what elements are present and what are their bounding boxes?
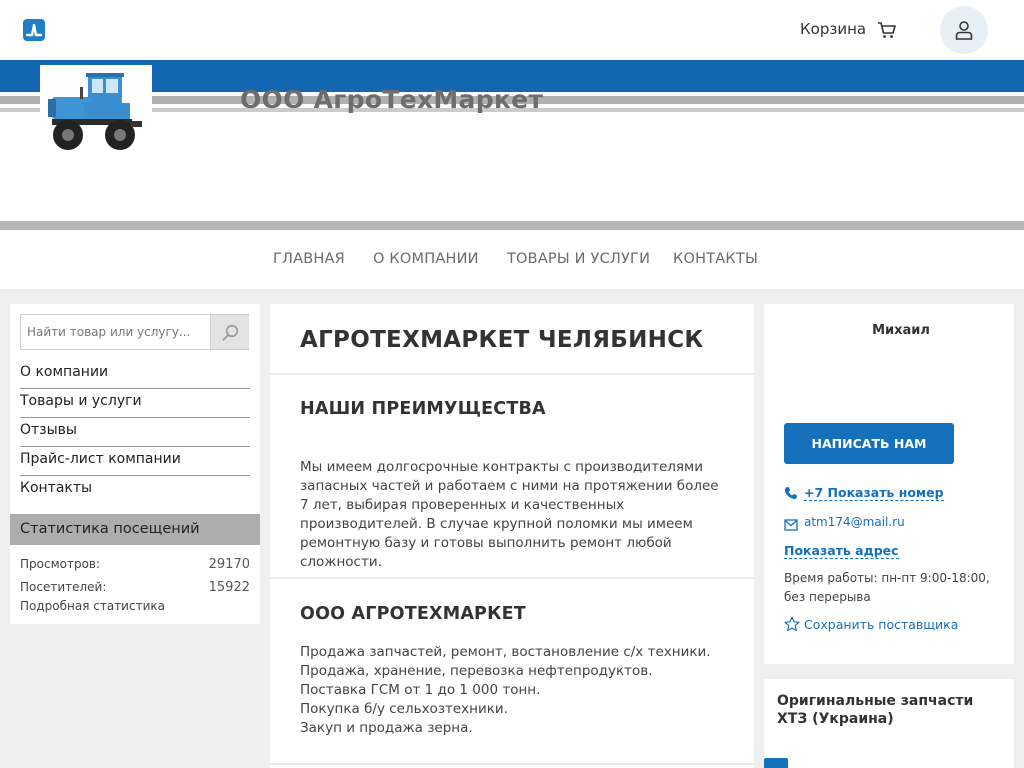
service-line: Поставка ГСМ от 1 до 1 000 тонн. [300,682,541,698]
divider [270,577,754,579]
stats-heading: Статистика посещений [10,514,260,545]
sidebar-item-reviews[interactable]: Отзывы [20,418,250,447]
search-icon [222,324,239,341]
stat-views-label: Просмотров: [20,557,101,571]
stat-visitors-value: 15922 [208,580,250,595]
stat-views-value: 29170 [208,557,250,572]
banner-stripe-bottom [0,221,1024,230]
nav-item-products[interactable]: ТОВАРЫ И УСЛУГИ [507,251,650,267]
divider [270,373,754,375]
mail-icon [784,516,798,535]
search-box [20,314,249,350]
service-line: Продажа запчастей, ремонт, востановление… [300,644,711,660]
cart-icon[interactable] [876,19,898,41]
tractor-image [40,65,152,160]
star-icon[interactable] [784,616,800,636]
promo-title[interactable]: Оригинальные запчасти ХТЗ (Украина) [777,692,1002,728]
sidebar-item-about[interactable]: О компании [20,360,250,389]
promo-tab[interactable] [764,758,788,768]
search-button[interactable] [210,315,249,349]
main-nav: ГЛАВНАЯ О КОМПАНИИ ТОВАРЫ И УСЛУГИ КОНТА… [0,230,1024,289]
contact-card: Михаил НАПИСАТЬ НАМ +7 Показать номер at… [764,304,1014,664]
site-logo-icon[interactable] [23,19,45,41]
show-address-link[interactable]: Показать адрес [784,543,899,559]
show-phone-link[interactable]: +7 Показать номер [804,485,944,501]
user-account-button[interactable] [940,6,988,54]
service-line: Продажа, хранение, перевозка нефтепродук… [300,663,653,679]
contact-name: Михаил [872,323,930,338]
company-banner: ООО АгроТехМаркет [0,60,1024,230]
company-heading: ООО АГРОТЕХМАРКЕТ [300,604,526,624]
top-bar: Корзина [0,0,1024,60]
left-sidebar: О компании Товары и услуги Отзывы Прайс-… [10,304,260,624]
stats-detail-link[interactable]: Подробная статистика [20,599,165,613]
nav-item-about[interactable]: О КОМПАНИИ [373,251,479,267]
save-supplier-link[interactable]: Сохранить поставщика [804,617,958,632]
phone-icon [784,485,798,504]
sidebar-item-contacts[interactable]: Контакты [20,476,250,505]
divider [270,763,754,765]
stat-views-row: Просмотров: 29170 [20,557,250,572]
sidebar-item-price-list[interactable]: Прайс-лист компании [20,447,250,476]
nav-item-home[interactable]: ГЛАВНАЯ [273,251,345,267]
company-banner-title: ООО АгроТехМаркет [240,85,544,114]
page-title: АГРОТЕХМАРКЕТ ЧЕЛЯБИНСК [300,327,704,353]
stat-visitors-label: Посетителей: [20,580,107,594]
user-icon [955,21,973,40]
cart-link[interactable]: Корзина [800,20,866,38]
service-line: Покупка б/у сельхозтехники. [300,701,508,717]
promo-card: Оригинальные запчасти ХТЗ (Украина) [764,679,1014,768]
service-line: Закуп и продажа зерна. [300,720,473,736]
advantages-heading: НАШИ ПРЕИМУЩЕСТВА [300,399,546,419]
write-us-button[interactable]: НАПИСАТЬ НАМ [784,423,954,464]
advantages-text: Мы имеем долгосрочные контракты с произв… [300,459,719,570]
working-hours: Время работы: пн-пт 9:00-18:00, без пере… [784,571,990,604]
main-content: АГРОТЕХМАРКЕТ ЧЕЛЯБИНСК НАШИ ПРЕИМУЩЕСТВ… [270,304,754,768]
sidebar-item-products[interactable]: Товары и услуги [20,389,250,418]
stat-visitors-row: Посетителей: 15922 [20,580,250,595]
nav-item-contacts[interactable]: КОНТАКТЫ [673,251,758,267]
search-input[interactable] [21,315,210,349]
email-link[interactable]: atm174@mail.ru [804,515,905,529]
